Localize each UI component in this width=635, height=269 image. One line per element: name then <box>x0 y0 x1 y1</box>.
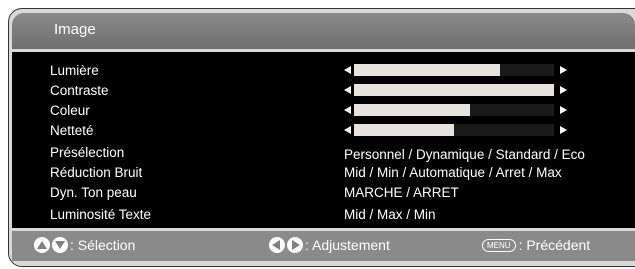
right-arrow-icon[interactable] <box>560 106 567 114</box>
back-label: : Précédent <box>518 237 591 253</box>
dyn-ton-peau-options[interactable]: MARCHE / ARRET <box>344 185 459 200</box>
slider-fill <box>354 104 470 116</box>
footer-adjust-hint: : Adjustement <box>269 237 390 253</box>
slider-track <box>354 84 554 96</box>
right-arrow-icon <box>287 237 303 253</box>
right-arrow-icon[interactable] <box>560 86 567 94</box>
menu-item-dyn-ton-peau[interactable]: Dyn. Ton peau <box>50 185 137 200</box>
adjust-label: : Adjustement <box>305 237 390 253</box>
menu-key-icon: MENU <box>482 238 516 252</box>
slider-fill <box>354 64 500 76</box>
left-arrow-icon[interactable] <box>344 126 351 134</box>
reduction-bruit-options[interactable]: Mid / Min / Automatique / Arret / Max <box>344 165 562 180</box>
title-bar: Image <box>12 13 635 49</box>
menu-title: Image <box>54 21 96 38</box>
footer-bar: : Sélection : Adjustement MENU : Précéde… <box>12 231 635 261</box>
left-arrow-icon <box>269 237 285 253</box>
menu-item-preselection[interactable]: Présélection <box>50 145 124 160</box>
preselection-options[interactable]: Personnel / Dynamique / Standard / Eco <box>344 147 585 162</box>
menu-panel: Lumière Contraste Coleur Netteté Préséle… <box>12 52 635 228</box>
luminosite-texte-options[interactable]: Mid / Max / Min <box>344 207 436 222</box>
menu-item-lumiere[interactable]: Lumière <box>50 63 99 78</box>
menu-item-luminosite-texte[interactable]: Luminosité Texte <box>50 207 151 222</box>
slider-track <box>354 104 554 116</box>
menu-item-reduction-bruit[interactable]: Réduction Bruit <box>50 165 142 180</box>
slider-fill <box>354 84 554 96</box>
footer-select-hint: : Sélection <box>34 237 135 253</box>
select-label: : Sélection <box>70 237 136 253</box>
left-arrow-icon[interactable] <box>344 66 351 74</box>
right-arrow-icon[interactable] <box>560 66 567 74</box>
menu-item-contraste[interactable]: Contraste <box>50 83 109 98</box>
slider-fill <box>354 124 454 136</box>
menu-item-coleur[interactable]: Coleur <box>50 103 90 118</box>
left-arrow-icon[interactable] <box>344 86 351 94</box>
slider-track <box>354 124 554 136</box>
right-arrow-icon[interactable] <box>560 126 567 134</box>
slider-track <box>354 64 554 76</box>
down-arrow-icon <box>52 237 68 253</box>
up-arrow-icon <box>34 237 50 253</box>
footer-back-hint: MENU : Précédent <box>482 237 590 253</box>
left-arrow-icon[interactable] <box>344 106 351 114</box>
menu-item-nettete[interactable]: Netteté <box>50 123 94 138</box>
